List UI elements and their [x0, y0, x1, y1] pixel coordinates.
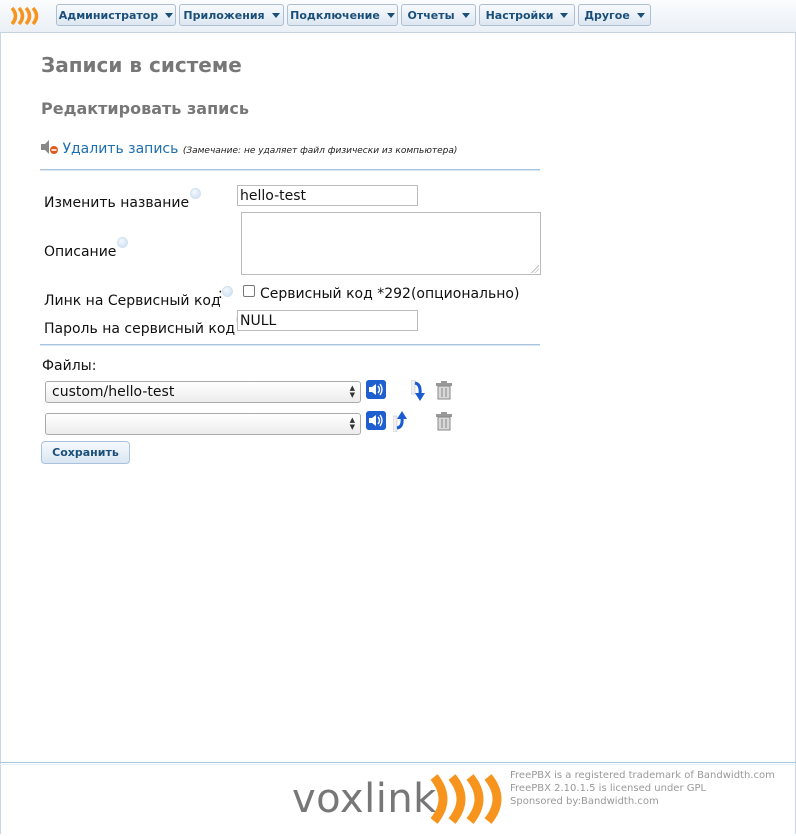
menu-connectivity[interactable]: Подключение	[287, 4, 398, 26]
menu-reports-label: Отчеты	[407, 8, 455, 22]
description-label: Описание	[44, 237, 129, 260]
file-select-value: custom/hello-test	[52, 384, 175, 400]
file-select-empty[interactable]: ▲ ▼	[45, 413, 361, 435]
footer-license: FreePBX 2.10.1.5 is licensed under GPL	[510, 783, 707, 794]
top-nav-bar: Администратор Приложения Подключение Отч…	[0, 0, 796, 33]
description-textarea[interactable]	[241, 212, 541, 275]
caret-down-icon	[165, 12, 174, 18]
voxlink-brand: voxlink	[292, 776, 437, 822]
menu-connectivity-label: Подключение	[290, 8, 380, 22]
trash-icon[interactable]	[435, 412, 453, 431]
name-input[interactable]	[237, 185, 418, 206]
menu-reports[interactable]: Отчеты	[401, 4, 476, 26]
file-select[interactable]: custom/hello-test ▲ ▼	[45, 381, 361, 403]
page-title: Записи в системе	[41, 53, 242, 77]
caret-down-icon	[271, 12, 280, 18]
menu-applications[interactable]: Приложения	[179, 4, 284, 26]
menu-other-label: Другое	[584, 8, 630, 22]
service-link-colon: :	[218, 286, 223, 302]
password-input[interactable]	[237, 310, 418, 331]
resize-grip-icon[interactable]	[531, 265, 539, 273]
play-sound-icon[interactable]	[366, 411, 386, 430]
delete-recording-link[interactable]: Удалить запись	[62, 141, 178, 157]
menu-applications-label: Приложения	[183, 8, 265, 22]
delete-note: (Замечание: не удаляет файл физически из…	[182, 146, 458, 156]
divider	[40, 344, 540, 345]
select-arrows-icon: ▲ ▼	[349, 384, 355, 399]
name-label: Изменить название	[44, 188, 202, 211]
footer-sponsor: Sponsored by:Bandwidth.com	[510, 796, 659, 807]
menu-other[interactable]: Другое	[578, 4, 651, 26]
service-link-label: Линк на Сервисный код	[44, 286, 233, 309]
caret-down-icon	[560, 12, 569, 18]
help-icon[interactable]	[221, 286, 233, 297]
menu-settings[interactable]: Настройки	[479, 4, 575, 26]
footer-divider	[0, 762, 796, 763]
caret-down-icon	[636, 12, 645, 18]
menu-admin[interactable]: Администратор	[56, 4, 176, 26]
divider	[40, 169, 540, 170]
save-button[interactable]: Сохранить	[41, 441, 130, 464]
menu-settings-label: Настройки	[485, 8, 554, 22]
move-down-icon[interactable]	[411, 380, 425, 402]
menu-admin-label: Администратор	[58, 8, 159, 22]
delete-row: Удалить запись (Замечание: не удаляет фа…	[40, 139, 457, 157]
move-up-icon[interactable]	[393, 410, 407, 432]
sound-delete-icon	[41, 140, 58, 154]
play-sound-icon[interactable]	[366, 380, 386, 399]
caret-down-icon	[386, 12, 395, 18]
help-icon[interactable]	[117, 237, 129, 248]
help-icon[interactable]	[190, 188, 202, 199]
password-label-text: Пароль на сервисный код	[44, 321, 236, 337]
files-label: Файлы:	[42, 358, 97, 374]
select-arrows-icon: ▲ ▼	[349, 416, 355, 431]
footer-trademark: FreePBX is a registered trademark of Ban…	[510, 770, 775, 781]
freepbx-logo-icon[interactable]	[10, 6, 46, 26]
caret-down-icon	[461, 12, 470, 18]
name-label-text: Изменить название	[44, 195, 190, 211]
service-code-checkbox[interactable]	[243, 285, 255, 297]
password-label: Пароль на сервисный код	[44, 314, 248, 337]
page-subtitle: Редактировать запись	[41, 99, 249, 118]
voxlink-logo-icon[interactable]	[428, 774, 508, 824]
description-label-text: Описание	[44, 244, 117, 260]
service-code-checkbox-label: Сервисный код *292(опционально)	[260, 286, 520, 302]
trash-icon[interactable]	[435, 381, 453, 400]
service-link-label-text: Линк на Сервисный код	[44, 293, 221, 309]
